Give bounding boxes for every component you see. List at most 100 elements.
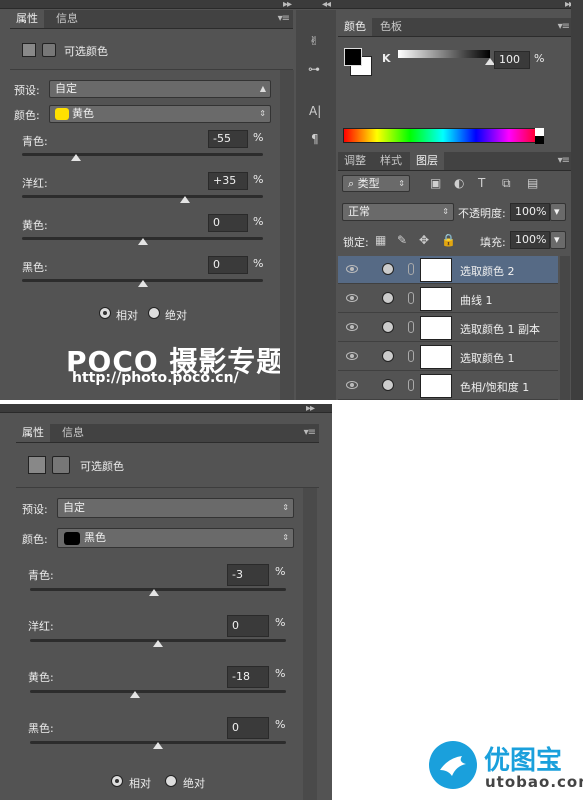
layers-scrollbar[interactable]	[560, 256, 570, 400]
eye-icon[interactable]	[346, 381, 358, 389]
slider-value-field[interactable]: 0	[208, 214, 248, 232]
layer-row[interactable]: 选取颜色 1	[338, 343, 558, 371]
scrollbar[interactable]	[280, 70, 294, 400]
layer-mask-thumbnail[interactable]	[420, 287, 452, 311]
character-icon[interactable]: A|	[309, 104, 321, 118]
panel-menu-icon[interactable]: ▾≡	[558, 155, 570, 166]
fill-arrow[interactable]: ▾	[550, 231, 566, 249]
layer-filter-dropdown[interactable]: ⌕ 类型 ⇕	[342, 175, 410, 192]
link-icon[interactable]	[408, 292, 414, 304]
slider-thumb[interactable]	[137, 280, 148, 287]
slider-track[interactable]	[22, 153, 263, 156]
slider-track[interactable]	[22, 195, 263, 198]
color-value: 黄色	[72, 107, 94, 120]
adjustment-layer-icon	[382, 379, 394, 391]
bottom-screenshot: ▸▸ 属性 信息 ▾≡ 可选颜色 预设: 自定 ⇕ 颜色: 黑色 ⇕ 青色: -3% 洋…	[0, 403, 332, 800]
tab-properties[interactable]: 属性	[16, 424, 50, 442]
panel-menu-icon[interactable]: ▾≡	[278, 13, 290, 24]
blend-mode-dropdown[interactable]: 正常 ⇕	[342, 203, 454, 221]
lock-position-icon[interactable]: ✥	[419, 233, 429, 247]
layer-row[interactable]: 色相/饱和度 1	[338, 372, 558, 400]
eye-icon[interactable]	[346, 265, 358, 273]
white-swatch[interactable]	[535, 128, 544, 136]
collapse-icon[interactable]: ▸▸	[306, 403, 315, 414]
link-icon[interactable]	[408, 350, 414, 362]
slider-value-field[interactable]: -18	[227, 666, 269, 688]
panel-menu-icon[interactable]: ▾≡	[304, 427, 316, 438]
adjustment-filter-icon[interactable]: ◐	[454, 176, 464, 190]
black-swatch[interactable]	[535, 136, 544, 144]
collapse-icon[interactable]: ◂◂	[322, 0, 331, 10]
slider-value-field[interactable]: 0	[208, 256, 248, 274]
scrollbar[interactable]	[303, 488, 317, 800]
layer-mask-thumbnail[interactable]	[420, 258, 452, 282]
slider-value-field[interactable]: -55	[208, 130, 248, 148]
slider-label: 黑色:	[28, 722, 54, 735]
absolute-radio[interactable]	[165, 775, 177, 787]
preset-dropdown[interactable]: 自定 ▲	[49, 80, 271, 98]
pixel-filter-icon[interactable]: ▣	[430, 176, 441, 190]
eye-icon[interactable]	[346, 294, 358, 302]
k-value-field[interactable]: 100	[494, 51, 530, 69]
layer-row[interactable]: 选取颜色 2	[338, 256, 558, 284]
slider-label: 黄色:	[28, 671, 54, 684]
k-slider-track[interactable]	[398, 50, 490, 58]
tab-adjustments[interactable]: 调整	[338, 152, 372, 170]
smart-object-filter-icon[interactable]: ▤	[527, 176, 538, 190]
layer-mask-thumbnail[interactable]	[420, 345, 452, 369]
eye-icon[interactable]	[346, 352, 358, 360]
slider-thumb[interactable]	[153, 742, 163, 749]
collapse-icon[interactable]: ▸▸	[283, 0, 292, 10]
foreground-color-swatch[interactable]	[344, 48, 362, 66]
tab-layers[interactable]: 图层	[410, 152, 444, 170]
tab-info[interactable]: 信息	[50, 10, 84, 28]
slider-track[interactable]	[30, 690, 286, 693]
clone-source-icon[interactable]: ⊶	[308, 62, 320, 76]
opacity-field[interactable]: 100%	[510, 203, 550, 221]
absolute-radio[interactable]	[148, 307, 160, 319]
slider-unit: %	[275, 667, 286, 680]
relative-radio[interactable]	[111, 775, 123, 787]
layer-row[interactable]: 曲线 1	[338, 285, 558, 313]
slider-thumb[interactable]	[137, 238, 148, 245]
tab-info[interactable]: 信息	[56, 424, 90, 442]
relative-radio[interactable]	[99, 307, 111, 319]
panel-menu-icon[interactable]: ▾≡	[558, 21, 570, 32]
tab-styles[interactable]: 样式	[374, 152, 408, 170]
slider-thumb[interactable]	[129, 691, 140, 698]
link-icon[interactable]	[408, 321, 414, 333]
slider-value-field[interactable]: +35	[208, 172, 248, 190]
lock-image-icon[interactable]: ✎	[397, 233, 407, 247]
link-icon[interactable]	[408, 379, 414, 391]
slider-value-field[interactable]: 0	[227, 615, 269, 637]
layer-mask-thumbnail[interactable]	[420, 374, 452, 398]
slider-thumb[interactable]	[71, 154, 82, 161]
link-icon[interactable]	[408, 263, 414, 275]
paragraph-icon[interactable]: ¶	[311, 132, 319, 146]
slider-value-field[interactable]: 0	[227, 717, 269, 739]
shape-filter-icon[interactable]: ⧉	[502, 176, 511, 191]
color-spectrum-ramp[interactable]	[343, 128, 543, 143]
slider-thumb[interactable]	[179, 196, 190, 203]
lock-transparent-icon[interactable]: ▦	[375, 233, 386, 247]
layer-mask-thumbnail[interactable]	[420, 316, 452, 340]
tab-swatches[interactable]: 色板	[374, 18, 408, 36]
type-filter-icon[interactable]: T	[478, 176, 485, 190]
color-dropdown[interactable]: 黄色 ⇕	[49, 105, 271, 123]
slider-value-field[interactable]: -3	[227, 564, 269, 586]
preset-dropdown[interactable]: 自定 ⇕	[57, 498, 294, 518]
fill-field[interactable]: 100%	[510, 231, 550, 249]
eye-icon[interactable]	[346, 323, 358, 331]
lock-all-icon[interactable]: 🔒	[441, 233, 456, 247]
fill-label: 填充:	[480, 236, 506, 249]
tab-properties[interactable]: 属性	[10, 10, 44, 28]
slider-thumb[interactable]	[153, 640, 163, 647]
tab-color[interactable]: 颜色	[338, 18, 372, 36]
color-dropdown[interactable]: 黑色 ⇕	[57, 528, 294, 548]
opacity-arrow[interactable]: ▾	[550, 203, 566, 221]
layers-tabbar: 调整 样式 图层 ▾≡	[338, 152, 573, 171]
slider-label: 青色:	[22, 135, 48, 148]
brush-presets-icon[interactable]: ✌	[309, 34, 319, 48]
layer-row[interactable]: 选取颜色 1 副本	[338, 314, 558, 342]
slider-thumb[interactable]	[149, 589, 160, 596]
